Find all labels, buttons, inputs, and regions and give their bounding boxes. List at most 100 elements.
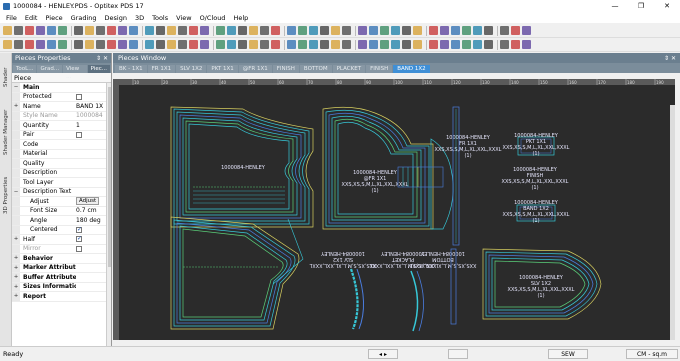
property-checkbox[interactable] [76,131,82,138]
status-mode[interactable]: SEW [548,349,588,359]
main-tool-icon[interactable] [47,26,56,35]
pieces-window-controls-icon[interactable]: ⇕ ✕ [664,55,680,62]
property-row[interactable]: + Name BAND 1X [12,102,111,112]
main-tool-icon[interactable] [129,26,138,35]
draw-tool-icon[interactable] [96,40,105,49]
menu-tools[interactable]: Tools [152,14,168,22]
menu-piece[interactable]: Piece [45,14,62,22]
main-tool-icon[interactable] [260,26,269,35]
tab-grading[interactable]: Grad... [37,65,63,73]
draw-tool-icon[interactable] [129,40,138,49]
draw-tool-icon[interactable] [380,40,389,49]
main-tool-icon[interactable] [358,26,367,35]
draw-tool-icon[interactable] [238,40,247,49]
main-tool-icon[interactable] [462,26,471,35]
menu-grading[interactable]: Grading [71,14,97,22]
main-tool-icon[interactable] [309,26,318,35]
main-tool-icon[interactable] [287,26,296,35]
draw-tool-icon[interactable] [74,40,83,49]
tab-view[interactable]: View ... [63,65,87,80]
main-tool-icon[interactable] [331,26,340,35]
main-tool-icon[interactable] [14,26,23,35]
property-row[interactable]: Code [12,140,111,150]
minimize-button[interactable]: — [602,0,628,12]
property-row[interactable]: Font Size 0.7 cm [12,206,111,216]
draw-tool-icon[interactable] [522,40,531,49]
piece-front-mirror[interactable] [322,106,434,230]
draw-tool-icon[interactable] [462,40,471,49]
main-tool-icon[interactable] [200,26,209,35]
property-checkbox[interactable] [76,245,82,252]
property-checkbox[interactable] [76,93,82,100]
main-tool-icon[interactable] [500,26,509,35]
expand-toggle-icon[interactable]: + [12,282,20,291]
menu-ocloud[interactable]: O/Cloud [200,14,226,22]
draw-tool-icon[interactable] [36,40,45,49]
draw-tool-icon[interactable] [260,40,269,49]
main-tool-icon[interactable] [107,26,116,35]
main-tool-icon[interactable] [522,26,531,35]
menu-edit[interactable]: Edit [25,14,38,22]
draw-tool-icon[interactable] [156,40,165,49]
status-nav-icons[interactable]: ◂ ▸ [368,349,398,359]
property-row[interactable]: Quantity 1 [12,121,111,131]
draw-tool-icon[interactable] [145,40,154,49]
draw-tool-icon[interactable] [473,40,482,49]
property-row[interactable]: +Sizes Information [12,282,111,292]
piece-lower-body[interactable] [170,216,304,330]
main-tool-icon[interactable] [25,26,34,35]
main-tool-icon[interactable] [511,26,520,35]
property-row[interactable]: Angle 180 deg [12,216,111,226]
main-tool-icon[interactable] [298,26,307,35]
main-tool-icon[interactable] [216,26,225,35]
adjust-button[interactable]: Adjust [76,197,100,206]
draw-tool-icon[interactable] [85,40,94,49]
draw-tool-icon[interactable] [309,40,318,49]
main-tool-icon[interactable] [473,26,482,35]
property-row[interactable]: + Report [12,292,111,302]
tab-tool[interactable]: TooL... [13,65,37,73]
main-tool-icon[interactable] [118,26,127,35]
status-units[interactable]: CM - sq.m [626,349,678,359]
expand-toggle-icon[interactable]: + [12,263,20,272]
property-row[interactable]: Adjust Adjust [12,197,111,207]
draw-tool-icon[interactable] [47,40,56,49]
property-row[interactable]: Tool Layer [12,178,111,188]
piece-tab[interactable]: BK - 1X1 [115,65,147,73]
expand-toggle-icon[interactable]: − [12,187,20,196]
property-row[interactable]: + Buffer Attributes [12,273,111,283]
draw-tool-icon[interactable] [14,40,23,49]
draw-tool-icon[interactable] [320,40,329,49]
property-row[interactable]: − Main [12,83,111,93]
draw-tool-icon[interactable] [249,40,258,49]
expand-toggle-icon[interactable]: + [12,102,20,111]
side-tab-shader[interactable]: Shader [0,57,12,97]
property-checkbox[interactable] [76,226,82,233]
piece-tab[interactable]: FR 1X1 [147,65,176,73]
piece-tab[interactable]: SLV 1X2 [176,65,207,73]
main-tool-icon[interactable] [74,26,83,35]
draw-tool-icon[interactable] [178,40,187,49]
draw-tool-icon[interactable] [391,40,400,49]
piece-tab[interactable]: PLACKET [332,65,366,73]
draw-tool-icon[interactable] [402,40,411,49]
main-tool-icon[interactable] [36,26,45,35]
draw-tool-icon[interactable] [358,40,367,49]
draw-tool-icon[interactable] [107,40,116,49]
main-tool-icon[interactable] [342,26,351,35]
side-tab-3d-properties[interactable]: 3D Properties [0,167,12,223]
main-tool-icon[interactable] [167,26,176,35]
draw-tool-icon[interactable] [167,40,176,49]
property-row[interactable]: +Marker Attributes [12,263,111,273]
menu-file[interactable]: File [6,14,17,22]
property-row[interactable]: Mirror [12,244,111,254]
draw-tool-icon[interactable] [342,40,351,49]
main-tool-icon[interactable] [249,26,258,35]
draw-tool-icon[interactable] [200,40,209,49]
draw-tool-icon[interactable] [440,40,449,49]
draw-tool-icon[interactable] [413,40,422,49]
property-row[interactable]: Material [12,149,111,159]
piece-tab[interactable]: BAND 1X2 [393,65,430,73]
piece-tab[interactable]: @FR 1X1 [238,65,272,73]
draw-tool-icon[interactable] [3,40,12,49]
